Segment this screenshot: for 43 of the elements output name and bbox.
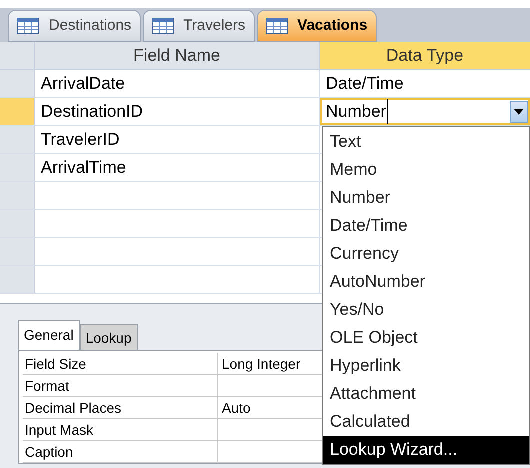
table-icon bbox=[17, 18, 39, 34]
table-cell: TravelerID bbox=[35, 126, 320, 153]
row-selector[interactable] bbox=[0, 70, 35, 97]
row-selector[interactable] bbox=[0, 98, 35, 125]
row-selector[interactable] bbox=[0, 210, 35, 237]
list-option[interactable]: Memo bbox=[323, 156, 529, 184]
table-cell: ArrivalTime bbox=[35, 154, 320, 181]
table-icon bbox=[266, 18, 288, 34]
row-selector[interactable] bbox=[0, 238, 35, 265]
table-cell: ArrivalDate bbox=[35, 70, 320, 97]
column-header: Field Name bbox=[35, 42, 320, 69]
list-option[interactable]: Currency bbox=[323, 240, 529, 268]
select-all-corner[interactable] bbox=[0, 42, 35, 69]
list-option[interactable]: Date/Time bbox=[323, 212, 529, 240]
table-icon bbox=[152, 18, 174, 34]
list-option[interactable]: Yes/No bbox=[323, 296, 529, 324]
property-name: Input Mask bbox=[23, 419, 218, 440]
table-tab[interactable]: Destinations bbox=[8, 10, 141, 42]
list-option[interactable]: OLE Object bbox=[323, 324, 529, 352]
list-option[interactable]: Attachment bbox=[323, 380, 529, 408]
property-name: Decimal Places bbox=[23, 397, 218, 418]
property-value: Auto bbox=[221, 399, 252, 418]
list-option[interactable]: Lookup Wizard... bbox=[323, 436, 529, 464]
list-option[interactable]: AutoNumber bbox=[323, 268, 529, 296]
list-option[interactable]: Text bbox=[323, 128, 529, 156]
column-header: Data Type bbox=[320, 42, 530, 69]
row-selector[interactable] bbox=[0, 154, 35, 181]
property-name: Format bbox=[23, 375, 218, 396]
row-selector[interactable] bbox=[0, 182, 35, 209]
property-name: Caption bbox=[23, 441, 218, 462]
table-cell: DestinationID bbox=[35, 98, 320, 125]
table-tab[interactable]: Vacations bbox=[256, 10, 377, 42]
table-tab[interactable]: Travelers bbox=[142, 10, 255, 42]
list-option[interactable]: Number bbox=[323, 184, 529, 212]
table-cell-text: Date/Time bbox=[325, 73, 405, 95]
property-tab[interactable]: General bbox=[18, 320, 80, 350]
property-value: Long Integer bbox=[221, 355, 302, 374]
list-option[interactable]: Hyperlink bbox=[323, 352, 529, 380]
row-selector[interactable] bbox=[0, 266, 35, 293]
row-selector[interactable] bbox=[0, 126, 35, 153]
property-tab[interactable]: Lookup bbox=[80, 324, 138, 350]
list-option[interactable]: Calculated bbox=[323, 408, 529, 436]
property-name: Field Size bbox=[23, 353, 218, 374]
